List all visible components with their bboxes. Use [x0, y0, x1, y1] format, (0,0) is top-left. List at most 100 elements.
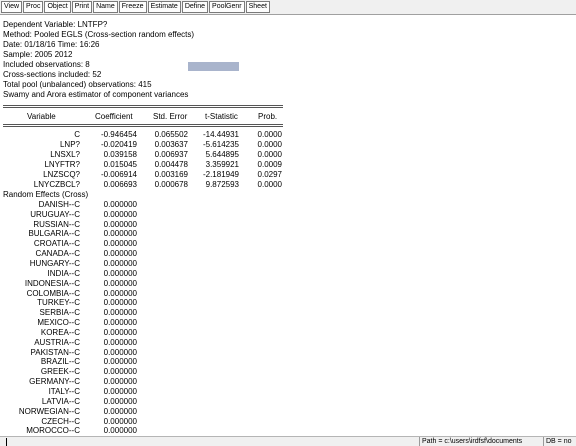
cell-selection-highlight — [188, 62, 239, 71]
cross-section-name: CROATIA--C — [33, 239, 80, 249]
random-effect-value: 0.000000 — [103, 347, 137, 357]
random-effect-value: 0.000000 — [103, 308, 137, 318]
coefficient-value: 0.039158 — [103, 150, 137, 159]
coefficient-value: -0.006914 — [100, 170, 137, 179]
random-effect-row: BULGARIA--C 0.000000 — [0, 229, 290, 239]
random-effect-value: 0.000000 — [103, 396, 137, 406]
random-effect-value: 0.000000 — [103, 249, 137, 259]
random-effect-value: 0.000000 — [103, 278, 137, 288]
cross-section-name: BULGARIA--C — [28, 229, 80, 239]
cross-section-name: KOREA--C — [40, 327, 80, 337]
std-error-value: 0.000678 — [154, 180, 188, 189]
std-error-value: 0.006937 — [154, 150, 188, 159]
column-header-prob: Prob. — [258, 112, 278, 121]
cross-section-name: MEXICO--C — [37, 318, 80, 328]
random-effect-value: 0.000000 — [103, 219, 137, 229]
dependent-variable-line: Dependent Variable: LNTFP? — [3, 20, 108, 29]
sample-line: Sample: 2005 2012 — [3, 50, 73, 59]
random-effect-row: TURKEY--C 0.000000 — [0, 298, 290, 308]
cross-section-name: SERBIA--C — [39, 308, 80, 318]
cross-section-name: RUSSIAN--C — [33, 219, 80, 229]
proc-button[interactable]: Proc — [23, 1, 44, 13]
cross-section-name: HUNGARY--C — [29, 258, 80, 268]
random-effect-row: COLOMBIA--C 0.000000 — [0, 289, 290, 299]
view-button[interactable]: View — [1, 1, 23, 13]
cross-section-name: GREEK--C — [40, 367, 80, 377]
random-effect-value: 0.000000 — [103, 357, 137, 367]
cross-section-name: AUSTRIA--C — [34, 337, 80, 347]
prob-value: 0.0297 — [257, 170, 282, 179]
cross-section-name: DANISH--C — [38, 199, 80, 209]
estimation-output[interactable]: Dependent Variable: LNTFP? Method: Poole… — [0, 16, 576, 436]
random-effect-value: 0.000000 — [103, 268, 137, 278]
random-effect-row: SERBIA--C 0.000000 — [0, 308, 290, 318]
total-pool-line: Total pool (unbalanced) observations: 41… — [3, 80, 152, 89]
random-effect-row: NORWEGIAN--C 0.000000 — [0, 407, 290, 417]
random-effects-title: Random Effects (Cross) — [3, 190, 89, 199]
variable-name: C — [74, 130, 80, 139]
random-effect-value: 0.000000 — [103, 337, 137, 347]
status-bar: Path = c:\users\irdfsf\documents DB = no — [0, 436, 576, 446]
variable-name: LNYCZBCL? — [33, 180, 80, 189]
cross-section-name: URUGUAY--C — [30, 209, 80, 219]
random-effect-row: INDIA--C 0.000000 — [0, 269, 290, 279]
cross-section-name: CANADA--C — [35, 249, 80, 259]
variable-name: LNZSCQ? — [43, 170, 80, 179]
std-error-value: 0.004478 — [154, 160, 188, 169]
cross-section-name: PAKISTAN--C — [30, 347, 80, 357]
date-time-line: Date: 01/18/16 Time: 16:26 — [3, 40, 100, 49]
t-statistic-value: -5.614235 — [202, 140, 239, 149]
random-effect-row: PAKISTAN--C 0.000000 — [0, 348, 290, 358]
column-header-std-error: Std. Error — [153, 112, 188, 121]
random-effect-value: 0.000000 — [103, 377, 137, 387]
name-button[interactable]: Name — [93, 1, 118, 13]
sheet-button[interactable]: Sheet — [245, 1, 270, 13]
std-error-value: 0.003169 — [154, 170, 188, 179]
cross-section-name: MOROCCO--C — [26, 426, 80, 436]
freeze-button[interactable]: Freeze — [118, 1, 147, 13]
random-effect-row: RUSSIAN--C 0.000000 — [0, 220, 290, 230]
t-statistic-value: -2.181949 — [202, 170, 239, 179]
column-header-coefficient: Coefficient — [95, 112, 133, 121]
table-top-rule — [3, 105, 283, 108]
random-effect-value: 0.000000 — [103, 199, 137, 209]
coefficient-row: LNSXL? 0.039158 0.006937 5.644895 0.0000 — [0, 150, 290, 160]
variable-name: LNP? — [59, 140, 80, 149]
coefficient-value: -0.020419 — [100, 140, 137, 149]
estimate-button[interactable]: Estimate — [147, 1, 181, 13]
random-effect-row: CANADA--C 0.000000 — [0, 249, 290, 259]
t-statistic-value: 5.644895 — [205, 150, 239, 159]
random-effect-value: 0.000000 — [103, 258, 137, 268]
prob-value: 0.0000 — [257, 130, 282, 139]
cross-section-name: NORWEGIAN--C — [18, 406, 80, 416]
random-effect-value: 0.000000 — [103, 367, 137, 377]
table-header-rule — [3, 124, 283, 127]
random-effect-value: 0.000000 — [103, 209, 137, 219]
random-effect-row: MOROCCO--C 0.000000 — [0, 426, 290, 436]
poolgenr-button[interactable]: PoolGenr — [209, 1, 245, 13]
random-effect-row: INDONESIA--C 0.000000 — [0, 279, 290, 289]
object-button[interactable]: Object — [44, 1, 71, 13]
random-effect-value: 0.000000 — [103, 426, 137, 436]
coefficient-row: LNYFTR? 0.015045 0.004478 3.359921 0.0009 — [0, 160, 290, 170]
random-effect-row: CROATIA--C 0.000000 — [0, 239, 290, 249]
random-effect-value: 0.000000 — [103, 387, 137, 396]
random-effect-row: URUGUAY--C 0.000000 — [0, 210, 290, 220]
status-path: Path = c:\users\irdfsf\documents — [419, 437, 522, 446]
cross-section-name: BRAZIL--C — [40, 357, 80, 367]
prob-value: 0.0000 — [257, 180, 282, 189]
print-button[interactable]: Print — [71, 1, 93, 13]
cross-section-name: INDONESIA--C — [24, 278, 80, 288]
random-effect-row: GERMANY--C 0.000000 — [0, 377, 290, 387]
included-observations-line: Included observations: 8 — [3, 60, 90, 69]
random-effect-row: HUNGARY--C 0.000000 — [0, 259, 290, 269]
coefficient-row: LNP? -0.020419 0.003637 -5.614235 0.0000 — [0, 140, 290, 150]
variable-name: LNYFTR? — [44, 160, 80, 169]
object-toolbar: View Proc Object Print Name Freeze Estim… — [0, 0, 576, 15]
coefficient-value: 0.006693 — [103, 180, 137, 189]
define-button[interactable]: Define — [181, 1, 209, 13]
random-effect-value: 0.000000 — [103, 288, 137, 298]
random-effect-value: 0.000000 — [103, 229, 137, 239]
variable-name: LNSXL? — [50, 150, 80, 159]
prob-value: 0.0009 — [257, 160, 282, 169]
